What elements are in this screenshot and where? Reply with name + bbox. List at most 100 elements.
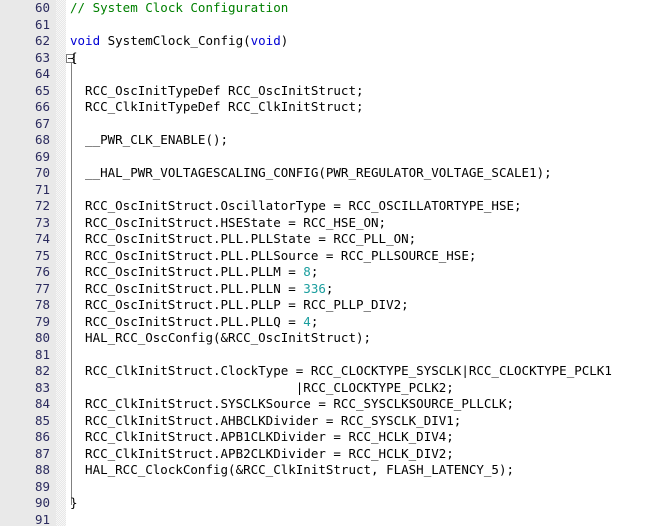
code-text: // System Clock Configuration [70,0,288,17]
code-token-pun: HAL_RCC_OscConfig(&RCC_OscInitStruct); [70,330,372,345]
code-line[interactable]: 77 RCC_OscInitStruct.PLL.PLLN = 336; [0,281,665,298]
line-number: 78 [34,297,50,312]
code-editor[interactable]: 60 // System Clock Configuration 61 62 void … [0,0,665,526]
code-line[interactable]: 80 HAL_RCC_OscConfig(&RCC_OscInitStruct)… [0,330,665,347]
code-line[interactable]: 62 void SystemClock_Config(void) [0,33,665,50]
line-number: 90 [34,495,50,510]
code-line[interactable]: 87 RCC_ClkInitStruct.APB2CLKDivider = RC… [0,446,665,463]
code-text: RCC_OscInitStruct.OscillatorType = RCC_O… [70,198,522,215]
code-line[interactable]: 60 // System Clock Configuration [0,0,665,17]
code-text: RCC_ClkInitStruct.APB2CLKDivider = RCC_H… [70,446,454,463]
code-token-pun: RCC_OscInitStruct.PLL.PLLP = RCC_PLLP_DI… [70,297,409,312]
line-number: 75 [34,247,50,263]
code-token-pun: |RCC_CLOCKTYPE_PCLK2; [70,379,454,395]
line-number: 85 [34,412,50,428]
code-token-pun: RCC_OscInitStruct.PLL.PLLM = [70,264,304,279]
code-token-pun: __PWR_CLK_ENABLE(); [70,132,229,147]
code-line[interactable]: 90} [0,495,665,512]
line-number: 72 [34,198,50,213]
code-text: RCC_ClkInitStruct.AHBCLKDivider = RCC_SY… [70,413,461,430]
code-token-pun: RCC_OscInitStruct.HSEState = RCC_HSE_ON; [70,214,387,230]
code-text: RCC_ClkInitTypeDef RCC_ClkInitStruct; [70,99,364,116]
code-token-pun: ; [310,264,319,279]
code-line[interactable]: 66 RCC_ClkInitTypeDef RCC_ClkInitStruct; [0,99,665,116]
code-line[interactable]: 61 [0,17,665,34]
code-text: __HAL_PWR_VOLTAGESCALING_CONFIG(PWR_REGU… [70,165,552,182]
code-text: RCC_OscInitStruct.PLL.PLLM = 8; [70,264,318,281]
code-line[interactable]: 65 RCC_OscInitTypeDef RCC_OscInitStruct; [0,83,665,100]
code-token-pun: __HAL_PWR_VOLTAGESCALING_CONFIG(PWR_REGU… [70,165,552,180]
code-token-pun: ; [310,313,319,329]
code-line[interactable]: 83 |RCC_CLOCKTYPE_PCLK2; [0,380,665,397]
code-text: __PWR_CLK_ENABLE(); [70,132,228,149]
code-line[interactable]: 86 RCC_ClkInitStruct.APB1CLKDivider = RC… [0,429,665,446]
code-line[interactable]: 75 RCC_OscInitStruct.PLL.PLLSource = RCC… [0,248,665,265]
code-token-num: 4 [303,313,311,329]
code-token-num: 8 [303,264,311,279]
code-text: RCC_ClkInitStruct.APB1CLKDivider = RCC_H… [70,429,454,446]
code-token-num: 336 [303,280,326,296]
code-token-pun: SystemClock_Config( [100,33,251,48]
code-token-pun: RCC_OscInitStruct.PLL.PLLQ = [70,313,304,329]
code-line[interactable]: 71 [0,182,665,199]
code-line[interactable]: 74 RCC_OscInitStruct.PLL.PLLState = RCC_… [0,231,665,248]
code-text: RCC_OscInitStruct.PLL.PLLN = 336; [70,281,333,298]
code-line[interactable]: 89 [0,479,665,496]
line-number: 87 [34,445,50,461]
code-line[interactable]: 76 RCC_OscInitStruct.PLL.PLLM = 8; [0,264,665,281]
code-text: { [70,50,78,67]
code-line[interactable]: 79 RCC_OscInitStruct.PLL.PLLQ = 4; [0,314,665,331]
code-line[interactable]: 78 RCC_OscInitStruct.PLL.PLLP = RCC_PLLP… [0,297,665,314]
code-token-kw: void [70,33,101,48]
code-line[interactable]: 63 { [0,50,665,67]
code-line[interactable]: 64 [0,66,665,83]
code-line[interactable]: 73 RCC_OscInitStruct.HSEState = RCC_HSE_… [0,215,665,232]
code-token-pun: RCC_OscInitStruct.OscillatorType = RCC_O… [70,198,522,213]
code-line-list: 60 // System Clock Configuration 61 62 void … [0,0,665,526]
code-text: RCC_OscInitStruct.PLL.PLLSource = RCC_PL… [70,248,476,265]
line-number: 83 [34,379,50,395]
line-number: 66 [34,99,50,114]
line-number: 65 [34,82,50,98]
line-number: 89 [34,478,50,494]
code-token-pun: ) [280,33,289,48]
line-number: 86 [34,429,50,444]
code-text: RCC_OscInitStruct.PLL.PLLQ = 4; [70,314,318,331]
code-token-pun: { [70,49,78,65]
code-line[interactable]: 81 [0,347,665,364]
code-token-pun: RCC_OscInitStruct.PLL.PLLN = [70,280,304,296]
code-token-pun: ; [325,280,334,296]
code-token-pun: HAL_RCC_ClockConfig(&RCC_ClkInitStruct, … [70,462,515,477]
line-number: 81 [34,346,50,362]
line-number: 88 [34,462,50,477]
code-token-pun: RCC_OscInitTypeDef RCC_OscInitStruct; [70,82,364,98]
code-text: RCC_OscInitStruct.PLL.PLLP = RCC_PLLP_DI… [70,297,409,314]
code-line[interactable]: 67 [0,116,665,133]
code-text: RCC_OscInitTypeDef RCC_OscInitStruct; [70,82,364,100]
code-line[interactable]: 85 RCC_ClkInitStruct.AHBCLKDivider = RCC… [0,413,665,430]
line-number: 73 [34,214,50,230]
code-text: RCC_ClkInitStruct.ClockType = RCC_CLOCKT… [70,363,612,380]
code-line[interactable]: 88 HAL_RCC_ClockConfig(&RCC_ClkInitStruc… [0,462,665,479]
code-line[interactable]: 82 RCC_ClkInitStruct.ClockType = RCC_CLO… [0,363,665,380]
code-line[interactable]: 84 RCC_ClkInitStruct.SYSCLKSource = RCC_… [0,396,665,413]
code-line[interactable]: 70 __HAL_PWR_VOLTAGESCALING_CONFIG(PWR_R… [0,165,665,182]
line-number: 63 [34,49,50,65]
line-number: 82 [34,363,50,378]
line-number: 70 [34,165,50,180]
code-line[interactable]: 91 [0,512,665,526]
line-number: 80 [34,330,50,345]
line-number: 60 [34,0,50,15]
code-token-pun: RCC_OscInitStruct.PLL.PLLState = RCC_PLL… [70,231,417,246]
code-token-pun: RCC_ClkInitTypeDef RCC_ClkInitStruct; [70,99,364,114]
code-token-pun: } [70,495,78,510]
code-line[interactable]: 68 __PWR_CLK_ENABLE(); [0,132,665,149]
code-token-pun: RCC_OscInitStruct.PLL.PLLSource = RCC_PL… [70,247,477,263]
code-text: RCC_OscInitStruct.PLL.PLLState = RCC_PLL… [70,231,416,248]
code-token-pun: RCC_ClkInitStruct.AHBCLKDivider = RCC_SY… [70,412,462,428]
line-number: 67 [34,115,50,131]
code-token-pun: RCC_ClkInitStruct.APB1CLKDivider = RCC_H… [70,429,454,444]
code-line[interactable]: 69 [0,149,665,166]
code-line[interactable]: 72 RCC_OscInitStruct.OscillatorType = RC… [0,198,665,215]
code-text: RCC_ClkInitStruct.SYSCLKSource = RCC_SYS… [70,396,514,413]
